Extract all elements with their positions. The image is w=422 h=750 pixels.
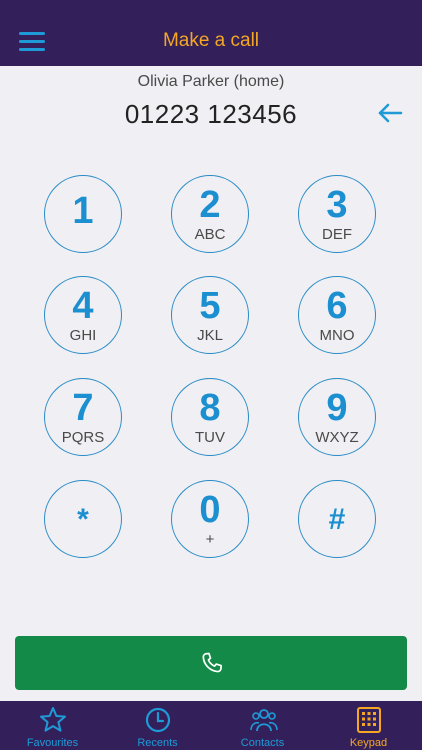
key-digit: 3 xyxy=(326,184,348,226)
top-bar: Make a call xyxy=(0,0,422,66)
key-4[interactable]: 4 GHI xyxy=(44,276,122,354)
tab-recents[interactable]: Recents xyxy=(105,701,210,750)
tab-contacts[interactable]: Contacts xyxy=(210,701,315,750)
key-8[interactable]: 8 TUV xyxy=(171,378,249,456)
key-digit: 5 xyxy=(199,285,221,327)
clock-icon xyxy=(145,707,171,733)
tab-label: Recents xyxy=(137,737,178,749)
star-icon xyxy=(40,707,66,732)
key-0[interactable]: 0 + xyxy=(171,480,249,558)
key-letters: TUV xyxy=(195,429,225,446)
dialed-number: 01223 123456 xyxy=(124,99,298,129)
key-3[interactable]: 3 DEF xyxy=(298,175,376,253)
key-digit: 6 xyxy=(326,285,348,327)
key-7[interactable]: 7 PQRS xyxy=(44,378,122,456)
key-letters: GHI xyxy=(69,327,97,344)
key-9[interactable]: 9 WXYZ xyxy=(298,378,376,456)
key-6[interactable]: 6 MNO xyxy=(298,276,376,354)
key-digit: 2 xyxy=(199,184,221,226)
key-hash[interactable]: # xyxy=(298,480,376,558)
key-digit: 7 xyxy=(72,387,94,429)
tab-keypad[interactable]: Keypad xyxy=(316,701,421,750)
tab-favourites[interactable]: Favourites xyxy=(0,701,105,750)
key-2[interactable]: 2 ABC xyxy=(171,175,249,253)
key-digit: # xyxy=(328,503,346,536)
tab-label: Favourites xyxy=(26,737,79,749)
key-1[interactable]: 1 xyxy=(44,175,122,253)
tab-label: Keypad xyxy=(349,737,388,749)
key-letters: WXYZ xyxy=(315,429,359,446)
contact-name: Olivia Parker (home) xyxy=(137,73,285,90)
key-letters: + xyxy=(205,531,215,548)
page-title: Make a call xyxy=(162,30,260,51)
key-letters: DEF xyxy=(322,226,352,243)
backspace-arrow-icon[interactable] xyxy=(375,99,405,127)
key-digit: 1 xyxy=(72,190,94,232)
tab-bar: Favourites Recents Contacts Keypad xyxy=(0,701,422,750)
key-letters: ABC xyxy=(194,226,226,243)
key-digit: 0 xyxy=(199,489,221,531)
key-digit: 4 xyxy=(72,285,94,327)
key-star[interactable]: * xyxy=(44,480,122,558)
call-button[interactable] xyxy=(15,636,407,690)
key-5[interactable]: 5 JKL xyxy=(171,276,249,354)
key-letters: MNO xyxy=(319,327,355,344)
key-digit: 9 xyxy=(326,387,348,429)
key-letters: JKL xyxy=(197,327,223,344)
phone-icon xyxy=(202,652,222,673)
key-letters: PQRS xyxy=(61,429,105,446)
tab-label: Contacts xyxy=(240,737,285,749)
contacts-icon xyxy=(250,709,278,732)
key-digit: 8 xyxy=(199,387,221,429)
keypad-icon xyxy=(357,707,381,733)
key-digit: * xyxy=(77,503,89,536)
